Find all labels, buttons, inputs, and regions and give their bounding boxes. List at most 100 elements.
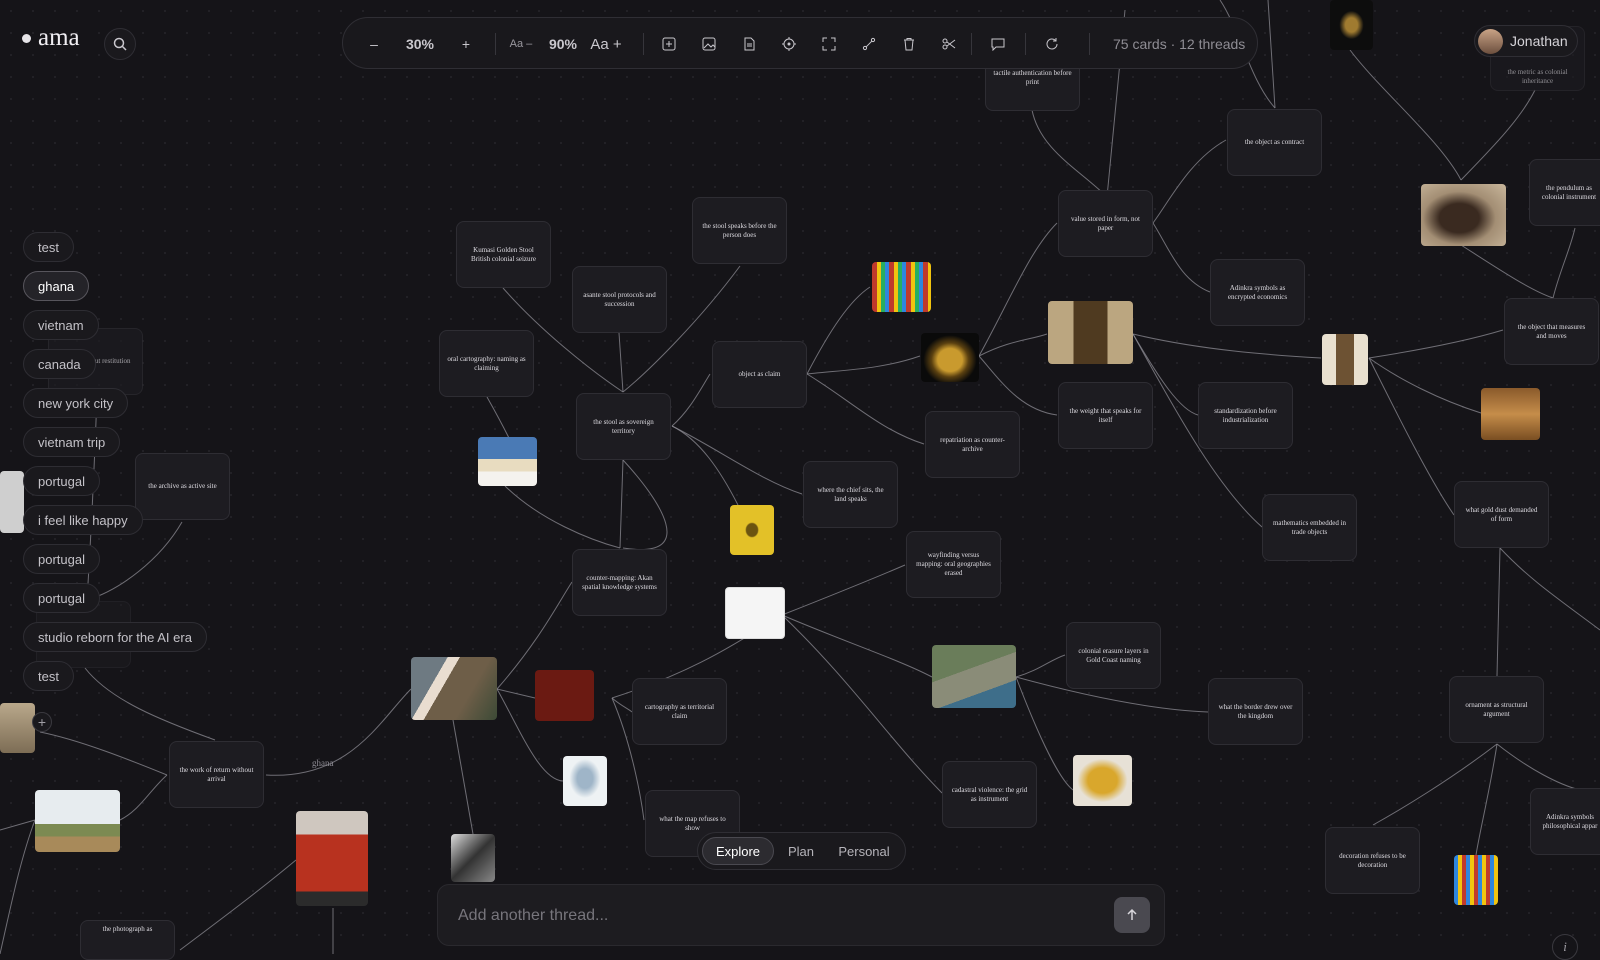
edge <box>1132 333 1322 359</box>
fullscreen-button[interactable] <box>814 18 844 70</box>
landscape-photo-image[interactable] <box>35 790 120 852</box>
gold-figure-image[interactable] <box>1073 755 1132 806</box>
user-menu[interactable]: Jonathan <box>1474 25 1578 57</box>
card[interactable]: oral cartography: naming as claiming <box>439 330 534 397</box>
tag-chip[interactable]: vietnam trip <box>23 427 121 457</box>
map-of-ghana-image[interactable] <box>478 437 537 486</box>
search-icon <box>113 37 127 51</box>
card[interactable]: the archive as active site <box>135 453 230 520</box>
woman-in-red-image[interactable] <box>296 811 368 906</box>
kente-cloth-image[interactable] <box>872 262 931 312</box>
adinkra-chart-image[interactable] <box>725 587 785 639</box>
dark-red-image[interactable] <box>535 670 594 721</box>
manuscript-image[interactable] <box>0 471 24 533</box>
tag-chip[interactable]: portugal <box>23 466 100 496</box>
card[interactable]: Adinkra symbols philosophical appar <box>1530 788 1600 855</box>
tag-chip[interactable]: studio reborn for the AI era <box>23 622 207 652</box>
card[interactable]: the object that measures and moves <box>1504 298 1599 365</box>
card[interactable]: what gold dust demanded of form <box>1454 481 1549 548</box>
tag-chip[interactable]: portugal <box>23 544 100 574</box>
tag-chip[interactable]: portugal <box>23 583 100 613</box>
zoom-out-button[interactable]: – <box>359 18 389 70</box>
edge <box>1496 547 1501 677</box>
edge <box>486 396 511 441</box>
satellite-map-image[interactable] <box>932 645 1016 708</box>
grandfather-clock-image[interactable] <box>1048 301 1133 364</box>
card[interactable]: cartography as territorial claim <box>632 678 727 745</box>
thread-input[interactable] <box>456 899 1060 933</box>
tag-chip[interactable]: i feel like happy <box>23 505 143 535</box>
tag-chip-active[interactable]: ghana <box>23 271 90 301</box>
monochrome-photo-image[interactable] <box>451 834 495 882</box>
kente-cloth-image-2[interactable] <box>1454 855 1498 905</box>
refresh-button[interactable] <box>1037 18 1067 70</box>
cut-button[interactable] <box>934 18 964 70</box>
card[interactable]: where the chief sits, the land speaks <box>803 461 898 528</box>
card[interactable]: the weight that speaks for itself <box>1058 382 1153 449</box>
card[interactable]: the stool as sovereign territory <box>576 393 671 460</box>
card[interactable]: ornament as structural argument <box>1449 676 1544 743</box>
tag-chip[interactable]: test <box>23 232 74 262</box>
tag-chip[interactable]: vietnam <box>23 310 99 340</box>
card[interactable]: colonial erasure layers in Gold Coast na… <box>1066 622 1161 689</box>
card[interactable]: repatriation as counter-archive <box>925 411 1020 478</box>
add-card-icon[interactable]: + <box>32 712 52 732</box>
comment-button[interactable] <box>983 18 1013 70</box>
dark-pattern-image[interactable] <box>1330 0 1373 50</box>
card[interactable]: what the border drew over the kingdom <box>1208 678 1303 745</box>
archive-photo-image[interactable] <box>0 703 35 753</box>
card[interactable]: counter-mapping: Akan spatial knowledge … <box>572 549 667 616</box>
card[interactable]: value stored in form, not paper <box>1058 190 1153 257</box>
edge <box>671 373 711 427</box>
tab-plan[interactable]: Plan <box>776 837 826 865</box>
font-increase-button[interactable]: Aa + <box>587 18 625 70</box>
font-decrease-button[interactable]: Aa – <box>503 18 539 70</box>
card[interactable]: the object as contract <box>1227 109 1322 176</box>
logo-dot-icon <box>22 33 31 43</box>
aerial-coast-image[interactable] <box>411 657 497 720</box>
wooden-cabinet-image[interactable] <box>1481 388 1540 440</box>
card[interactable]: decoration refuses to be decoration <box>1325 827 1420 894</box>
card[interactable]: Kumasi Golden Stool British colonial sei… <box>456 221 551 288</box>
add-document-button[interactable] <box>734 18 764 70</box>
tab-personal[interactable]: Personal <box>828 837 900 865</box>
connect-button[interactable] <box>854 18 884 70</box>
edge <box>781 614 943 794</box>
ornate-clock-image[interactable] <box>1322 334 1368 385</box>
golden-stool-image[interactable] <box>921 333 979 382</box>
brass-weights-image[interactable] <box>1421 184 1506 246</box>
card[interactable]: the photograph as <box>80 920 175 960</box>
tab-explore[interactable]: Explore <box>702 837 774 865</box>
tag-chip[interactable]: new york city <box>23 388 129 418</box>
search-button[interactable] <box>104 28 136 60</box>
delete-button[interactable] <box>894 18 924 70</box>
zoom-level: 30% <box>405 36 435 52</box>
edge <box>1349 49 1462 181</box>
info-button[interactable]: i <box>1552 934 1578 960</box>
card[interactable]: asante stool protocols and succession <box>572 266 667 333</box>
card[interactable]: the work of return without arrival <box>169 741 264 808</box>
zoom-in-button[interactable]: + <box>451 18 481 70</box>
edge <box>1372 743 1498 826</box>
hourglass-image[interactable] <box>563 756 607 806</box>
card[interactable]: Adinkra symbols as encrypted economics <box>1210 259 1305 326</box>
edge <box>1496 743 1581 791</box>
tag-chip[interactable]: test <box>23 661 74 691</box>
add-image-button[interactable] <box>694 18 724 70</box>
card[interactable]: the stool speaks before the person does <box>692 197 787 264</box>
card[interactable]: mathematics embedded in trade objects <box>1262 494 1357 561</box>
focus-button[interactable] <box>774 18 804 70</box>
app-logo[interactable]: ama <box>22 24 80 52</box>
card[interactable]: standardization before industrialization <box>1198 382 1293 449</box>
canvas-toolbar: – 30% + Aa – 90% Aa + 75 cards · 12 thre… <box>342 17 1258 69</box>
card[interactable]: cadastral violence: the grid as instrume… <box>942 761 1037 828</box>
card[interactable]: object as claim <box>712 341 807 408</box>
fullscreen-icon <box>822 37 836 51</box>
tag-chip[interactable]: canada <box>23 349 96 379</box>
add-card-button[interactable] <box>654 18 684 70</box>
divider <box>495 33 496 55</box>
card[interactable]: wayfinding versus mapping: oral geograph… <box>906 531 1001 598</box>
yellow-stool-image[interactable] <box>730 505 774 555</box>
send-button[interactable] <box>1114 897 1150 933</box>
card[interactable]: the pendulum as colonial instrument <box>1529 159 1600 226</box>
